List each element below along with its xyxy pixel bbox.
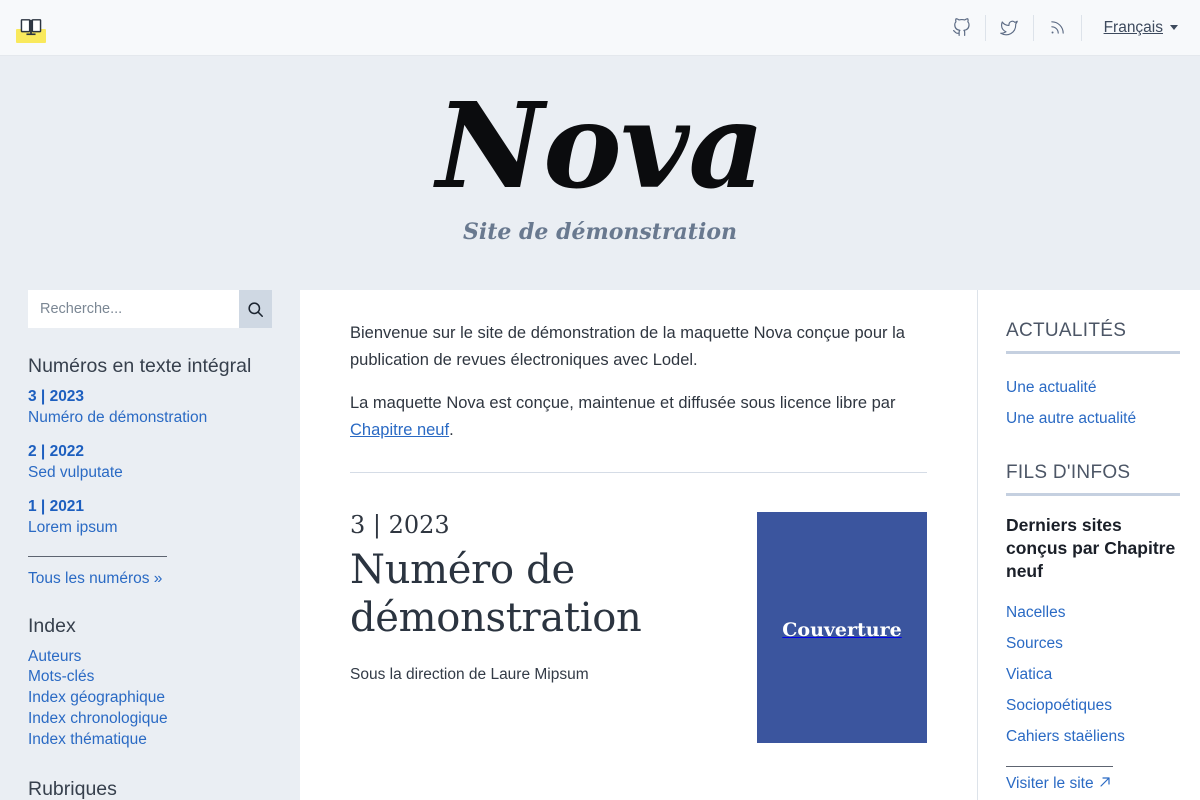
- issue-title-link[interactable]: Sed vulputate: [28, 463, 272, 484]
- sidebar-section-gap: [1006, 434, 1180, 462]
- issue-cover-image[interactable]: Couverture: [757, 511, 927, 743]
- topbar-actions: Français: [938, 13, 1182, 43]
- main-content: Bienvenue sur le site de démonstration d…: [300, 290, 977, 800]
- feeds-heading: FILS D'INFOS: [1006, 461, 1131, 483]
- feed-link-sociopoetiques[interactable]: Sociopoétiques: [1006, 690, 1180, 721]
- content-divider: [350, 471, 927, 473]
- rss-icon[interactable]: [1034, 19, 1081, 36]
- search-form: [28, 290, 272, 328]
- issues-heading: Numéros en texte intégral: [28, 355, 252, 377]
- all-issues-link[interactable]: Tous les numéros »: [28, 570, 272, 588]
- github-glyph: [952, 18, 970, 37]
- featured-issue-direction: Sous la direction de Laure Mipsum: [350, 665, 589, 683]
- sidebar-divider: [28, 555, 167, 557]
- twitter-icon[interactable]: [986, 19, 1033, 37]
- index-heading: Index: [28, 614, 76, 637]
- issue-number-link[interactable]: 2 | 2022: [28, 442, 272, 463]
- list-item: 3 | 2023 Numéro de démonstration: [28, 387, 272, 429]
- top-navigation-bar: Français: [0, 0, 1200, 56]
- open-book-icon: [20, 18, 42, 35]
- search-input[interactable]: [28, 290, 239, 328]
- list-item: 2 | 2022 Sed vulputate: [28, 442, 272, 484]
- sidebar-item-index-chronologique[interactable]: Index chronologique: [28, 709, 272, 730]
- search-icon: [248, 301, 263, 317]
- issue-cover-label: Couverture: [782, 619, 902, 642]
- news-heading: ACTUALITÉS: [1006, 320, 1127, 341]
- search-submit-button[interactable]: [239, 290, 272, 328]
- sidebar-item-index-thematique[interactable]: Index thématique: [28, 730, 272, 751]
- site-logo[interactable]: [14, 12, 48, 44]
- sections-heading: Rubriques: [28, 777, 117, 800]
- feed-link-viatica[interactable]: Viatica: [1006, 659, 1180, 690]
- right-sidebar-divider: [1006, 766, 1113, 768]
- news-heading-underline: [1006, 350, 1180, 354]
- github-icon[interactable]: [938, 18, 985, 37]
- issue-title-link[interactable]: Numéro de démonstration: [28, 408, 272, 429]
- visit-site-label: Visiter le site: [1006, 775, 1094, 793]
- feed-title: Derniers sites conçus par Chapitre neuf: [1006, 514, 1176, 582]
- external-link-icon: [1099, 777, 1110, 787]
- site-title: Nova: [436, 76, 765, 215]
- language-selector[interactable]: Français: [1082, 19, 1182, 37]
- intro-paragraph-1: Bienvenue sur le site de démonstration d…: [350, 324, 905, 369]
- feeds-heading-underline: [1006, 492, 1180, 496]
- featured-issue-number: 3 | 2023: [350, 510, 450, 539]
- rss-glyph: [1050, 21, 1064, 34]
- news-link-2[interactable]: Une autre actualité: [1006, 403, 1180, 434]
- chevron-down-icon: [1170, 25, 1178, 30]
- featured-issue-meta: 3 | 2023 Numéro de démonstration Sous la…: [350, 510, 731, 684]
- intro-paragraph-2-before: La maquette Nova est conçue, maintenue e…: [350, 394, 896, 413]
- page-body: Numéros en texte intégral 3 | 2023 Numér…: [0, 290, 1200, 800]
- left-sidebar: Numéros en texte intégral 3 | 2023 Numér…: [0, 290, 300, 800]
- language-label: Français: [1103, 18, 1163, 36]
- sidebar-item-mots-cles[interactable]: Mots-clés: [28, 667, 272, 688]
- visit-site-link[interactable]: Visiter le site: [1006, 775, 1111, 793]
- issue-title-link[interactable]: Lorem ipsum: [28, 518, 272, 539]
- feed-link-cahiers-staeliens[interactable]: Cahiers staëliens: [1006, 721, 1180, 752]
- site-subtitle: Site de démonstration: [462, 219, 737, 245]
- chapitre-neuf-link[interactable]: Chapitre neuf: [350, 421, 449, 439]
- right-sidebar: ACTUALITÉS Une actualité Une autre actua…: [977, 290, 1200, 800]
- sidebar-item-auteurs[interactable]: Auteurs: [28, 647, 272, 668]
- intro-paragraph-2: La maquette Nova est conçue, maintenue e…: [350, 390, 927, 443]
- site-masthead: Nova Site de démonstration: [0, 56, 1200, 290]
- featured-issue: 3 | 2023 Numéro de démonstration Sous la…: [350, 510, 927, 743]
- feed-link-sources[interactable]: Sources: [1006, 628, 1180, 659]
- news-link-1[interactable]: Une actualité: [1006, 372, 1180, 403]
- feed-link-nacelles[interactable]: Nacelles: [1006, 597, 1180, 628]
- index-links: Auteurs Mots-clés Index géographique Ind…: [28, 647, 272, 751]
- issue-number-link[interactable]: 3 | 2023: [28, 387, 272, 408]
- featured-issue-title: Numéro de démonstration: [350, 547, 642, 641]
- sidebar-item-index-geographique[interactable]: Index géographique: [28, 688, 272, 709]
- issue-number-link[interactable]: 1 | 2021: [28, 497, 272, 518]
- list-item: 1 | 2021 Lorem ipsum: [28, 497, 272, 539]
- twitter-glyph: [1000, 20, 1018, 35]
- intro-paragraph-2-after: .: [449, 421, 454, 440]
